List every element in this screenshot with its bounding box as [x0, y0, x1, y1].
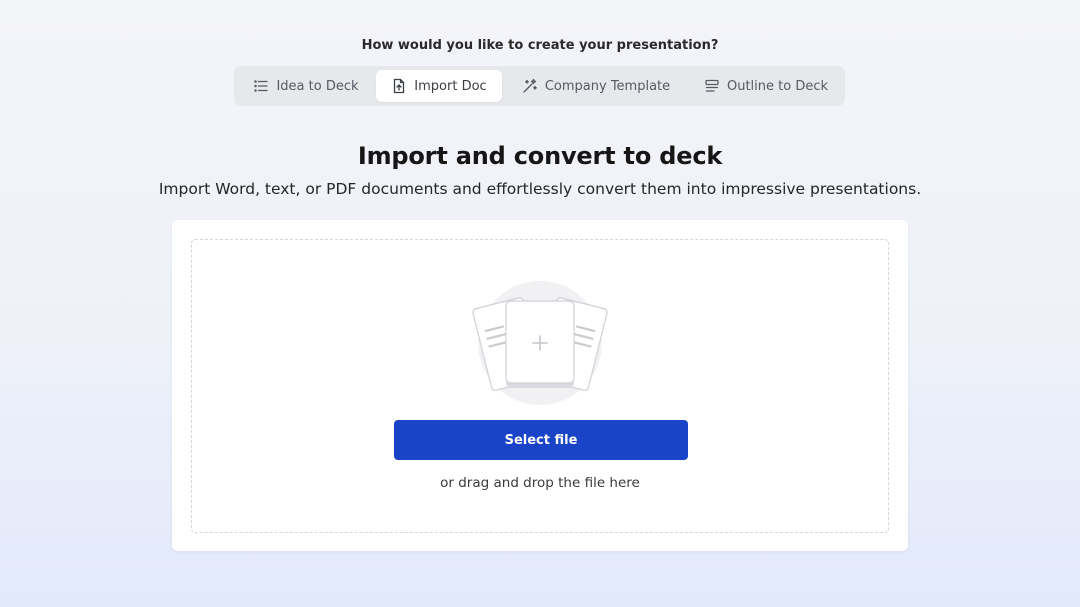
tab-outline-to-deck[interactable]: Outline to Deck — [702, 70, 830, 102]
upload-card: Select file or drag and drop the file he… — [172, 220, 908, 551]
tab-label: Outline to Deck — [726, 78, 829, 94]
file-upload-icon — [391, 78, 407, 94]
magic-wand-icon — [522, 78, 538, 94]
tab-label: Idea to Deck — [276, 78, 359, 94]
mode-tab-bar: Idea to Deck Import Doc Company Template — [234, 66, 845, 106]
tab-company-template[interactable]: Company Template — [516, 70, 676, 102]
select-file-button[interactable]: Select file — [394, 420, 688, 460]
page-question: How would you like to create your presen… — [361, 38, 719, 53]
tab-idea-to-deck[interactable]: Idea to Deck — [248, 70, 364, 102]
tab-label: Import Doc — [414, 78, 487, 94]
drag-drop-hint: or drag and drop the file here — [440, 475, 640, 491]
documents-plus-icon — [470, 280, 610, 406]
tab-label: Company Template — [544, 78, 671, 94]
tab-import-doc[interactable]: Import Doc — [376, 70, 502, 102]
file-dropzone[interactable]: Select file or drag and drop the file he… — [191, 239, 889, 533]
page-subtitle: Import Word, text, or PDF documents and … — [158, 180, 922, 198]
outline-icon — [704, 78, 720, 94]
page-title: Import and convert to deck — [357, 142, 723, 170]
list-icon — [253, 78, 269, 94]
